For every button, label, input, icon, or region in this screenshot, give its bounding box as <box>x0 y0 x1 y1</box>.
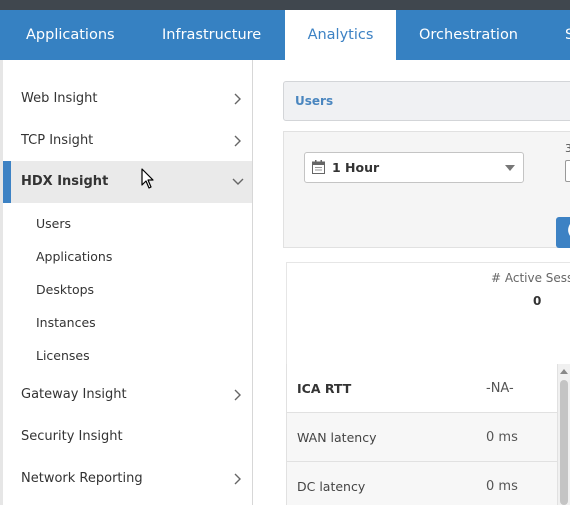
row-value: -NA- <box>486 381 514 396</box>
chevron-right-icon <box>234 93 241 105</box>
table-row: WAN latency 0 ms <box>287 413 557 462</box>
chevron-right-icon <box>234 135 241 147</box>
top-nav-bar: Applications Infrastructure Analytics Or… <box>0 10 570 60</box>
table-scrollbar[interactable] <box>558 364 570 505</box>
sidebar-item-label: Network Reporting <box>21 471 143 486</box>
time-range-value: 1 Hour <box>332 160 380 175</box>
active-indicator <box>3 161 11 203</box>
window-top-strip <box>0 0 570 10</box>
table-row: DC latency 0 ms <box>287 462 557 505</box>
sidebar-item-label: TCP Insight <box>21 133 94 148</box>
tab-applications[interactable]: Applications <box>26 10 115 60</box>
sidebar-subitem-applications[interactable]: Applications <box>36 240 112 273</box>
truncated-action-button[interactable]: ( <box>556 217 570 248</box>
page-title: Users <box>295 94 334 108</box>
sidebar-item-gateway-insight[interactable]: Gateway Insight <box>3 374 252 416</box>
sidebar-item-hdx-insight[interactable]: HDX Insight <box>3 161 252 203</box>
sidebar: Web Insight TCP Insight HDX Insight User… <box>0 60 253 505</box>
calendar-icon <box>312 160 325 174</box>
tab-truncated[interactable]: S <box>565 10 570 60</box>
chevron-down-icon <box>232 178 244 185</box>
sidebar-subitem-desktops[interactable]: Desktops <box>36 273 94 306</box>
sidebar-item-label: HDX Insight <box>21 174 109 189</box>
active-sessions-value: 0 <box>533 294 542 308</box>
mouse-cursor-icon <box>141 168 154 189</box>
chevron-right-icon <box>234 473 241 485</box>
chevron-right-icon <box>234 389 241 401</box>
row-label: DC latency <box>297 479 366 494</box>
sidebar-item-web-insight[interactable]: Web Insight <box>3 78 252 120</box>
sidebar-item-label: Web Insight <box>21 91 98 106</box>
row-value: 0 ms <box>486 479 518 494</box>
time-range-select[interactable]: 1 Hour <box>304 152 524 183</box>
filter-panel: 1 Hour 3 ( <box>283 131 570 248</box>
sidebar-item-label: Security Insight <box>21 429 123 444</box>
scroll-up-arrow-icon[interactable] <box>560 369 568 374</box>
active-sessions-label: # Active Sessio <box>491 271 570 285</box>
latency-table: ICA RTT -NA- WAN latency 0 ms DC latency… <box>286 364 558 505</box>
row-label: ICA RTT <box>297 381 352 396</box>
row-value: 0 ms <box>486 430 518 445</box>
truncated-field-label: 3 <box>565 142 570 155</box>
row-label: WAN latency <box>297 430 377 445</box>
summary-stats: # Active Sessio 0 <box>286 262 570 319</box>
tab-orchestration[interactable]: Orchestration <box>419 10 518 60</box>
tab-infrastructure[interactable]: Infrastructure <box>162 10 261 60</box>
truncated-input[interactable] <box>565 160 570 182</box>
sidebar-item-tcp-insight[interactable]: TCP Insight <box>3 120 252 162</box>
sidebar-subitem-users[interactable]: Users <box>36 207 71 240</box>
sidebar-subitem-instances[interactable]: Instances <box>36 306 96 339</box>
sidebar-item-security-insight[interactable]: Security Insight <box>3 416 252 458</box>
main-content: Users 1 Hour 3 ( # Active Sessio 0 ICA R… <box>253 60 570 505</box>
section-header: Users <box>283 81 570 121</box>
scrollbar-thumb[interactable] <box>560 380 568 505</box>
stats-spacer <box>286 318 570 365</box>
table-row: ICA RTT -NA- <box>287 364 557 413</box>
tab-analytics[interactable]: Analytics <box>285 10 396 60</box>
sidebar-subitem-licenses[interactable]: Licenses <box>36 339 90 372</box>
sidebar-item-label: Gateway Insight <box>21 387 127 402</box>
sidebar-item-network-reporting[interactable]: Network Reporting <box>3 458 252 500</box>
dropdown-caret-icon <box>505 165 515 171</box>
